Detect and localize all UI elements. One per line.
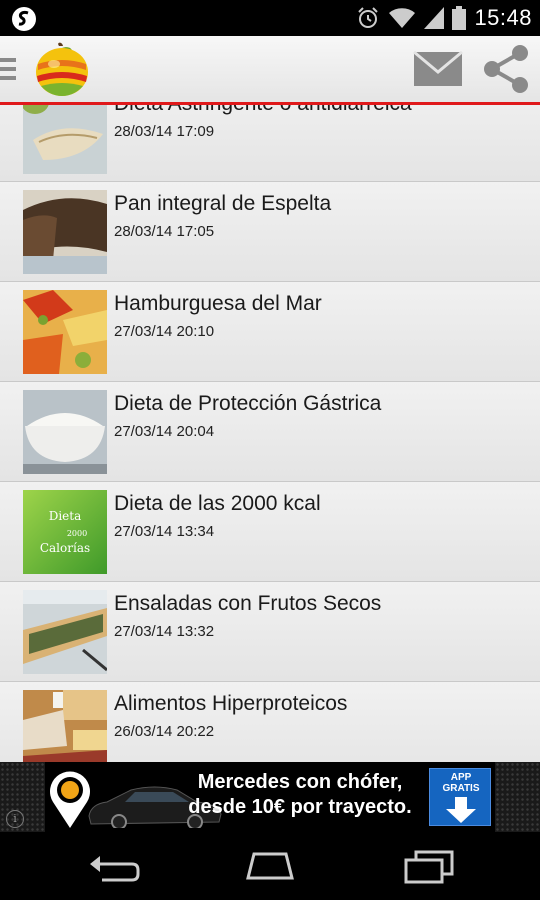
item-title: Alimentos Hiperproteicos [114, 692, 348, 715]
item-date: 26/03/14 20:22 [114, 723, 215, 740]
green-diet-thumbnail: Dieta 2000 Calorías [23, 490, 107, 574]
ad-text[interactable]: Mercedes con chófer, desde 10€ por traye… [165, 770, 435, 820]
navigation-bar [0, 832, 540, 900]
thumb-text: Calorías [40, 541, 90, 555]
item-title: Dieta de las 2000 kcal [114, 492, 321, 515]
fish-fillet-thumbnail [23, 105, 107, 174]
alarm-icon [358, 7, 379, 28]
tart-thumbnail [23, 590, 107, 674]
menu-icon[interactable] [0, 56, 18, 82]
list-item[interactable]: Hamburguesa del Mar 27/03/14 20:10 [0, 282, 540, 382]
badge-text: APP GRATIS [430, 772, 492, 794]
ad-line-1: Mercedes con chófer, [197, 771, 403, 793]
recipe-list[interactable]: Dieta Astringente o antidiarreica 28/03/… [0, 105, 540, 762]
download-arrow-icon [446, 797, 476, 823]
app-notification-icon [12, 7, 36, 31]
item-title: Ensaladas con Frutos Secos [114, 592, 382, 615]
mail-icon[interactable] [412, 48, 464, 90]
status-bar: 15:48 [0, 0, 540, 36]
ad-content[interactable]: Mercedes con chófer, desde 10€ por traye… [45, 762, 495, 832]
rice-bowl-thumbnail [23, 390, 107, 474]
item-date: 27/03/14 20:10 [114, 323, 215, 340]
thumb-text: 2000 [67, 529, 87, 538]
list-item[interactable]: Dieta 2000 Calorías Dieta de las 2000 kc… [0, 482, 540, 582]
bread-thumbnail [23, 190, 107, 274]
protein-foods-thumbnail [23, 690, 107, 762]
ad-info-icon[interactable]: i [6, 810, 24, 828]
item-date: 27/03/14 13:32 [114, 623, 215, 640]
battery-icon [452, 6, 467, 30]
thumb-text: Dieta [49, 509, 82, 523]
location-pin-icon [50, 771, 90, 828]
list-item[interactable]: Pan integral de Espelta 28/03/14 17:05 [0, 182, 540, 282]
item-date: 28/03/14 17:05 [114, 223, 215, 240]
signal-icon [424, 7, 445, 29]
app-logo[interactable] [32, 42, 92, 98]
item-date: 27/03/14 20:04 [114, 423, 215, 440]
back-icon[interactable] [82, 846, 142, 886]
clock: 15:48 [474, 5, 532, 30]
badge-line-1: APP [450, 772, 472, 783]
item-title: Dieta de Protección Gástrica [114, 392, 382, 415]
status-icons: 15:48 [356, 0, 532, 36]
ad-banner[interactable]: Mercedes con chófer, desde 10€ por traye… [0, 762, 540, 832]
ad-line-2: desde 10€ por trayecto. [188, 796, 412, 818]
list-item[interactable]: Dieta de Protección Gástrica 27/03/14 20… [0, 382, 540, 482]
list-item[interactable]: Dieta Astringente o antidiarreica 28/03/… [0, 105, 540, 182]
share-icon[interactable] [480, 44, 532, 94]
recent-apps-icon[interactable] [398, 846, 458, 886]
seafood-burger-thumbnail [23, 290, 107, 374]
item-date: 28/03/14 17:09 [114, 123, 215, 140]
item-title: Pan integral de Espelta [114, 192, 332, 215]
item-title: Dieta Astringente o antidiarreica [114, 105, 412, 116]
item-title: Hamburguesa del Mar [114, 292, 322, 315]
app-download-badge[interactable]: APP GRATIS [429, 768, 491, 826]
item-date: 27/03/14 13:34 [114, 523, 215, 540]
list-item[interactable]: Ensaladas con Frutos Secos 27/03/14 13:3… [0, 582, 540, 682]
badge-line-2: GRATIS [442, 783, 480, 794]
home-icon[interactable] [240, 846, 300, 886]
wifi-icon [389, 8, 416, 28]
list-item[interactable]: Alimentos Hiperproteicos 26/03/14 20:22 [0, 682, 540, 762]
